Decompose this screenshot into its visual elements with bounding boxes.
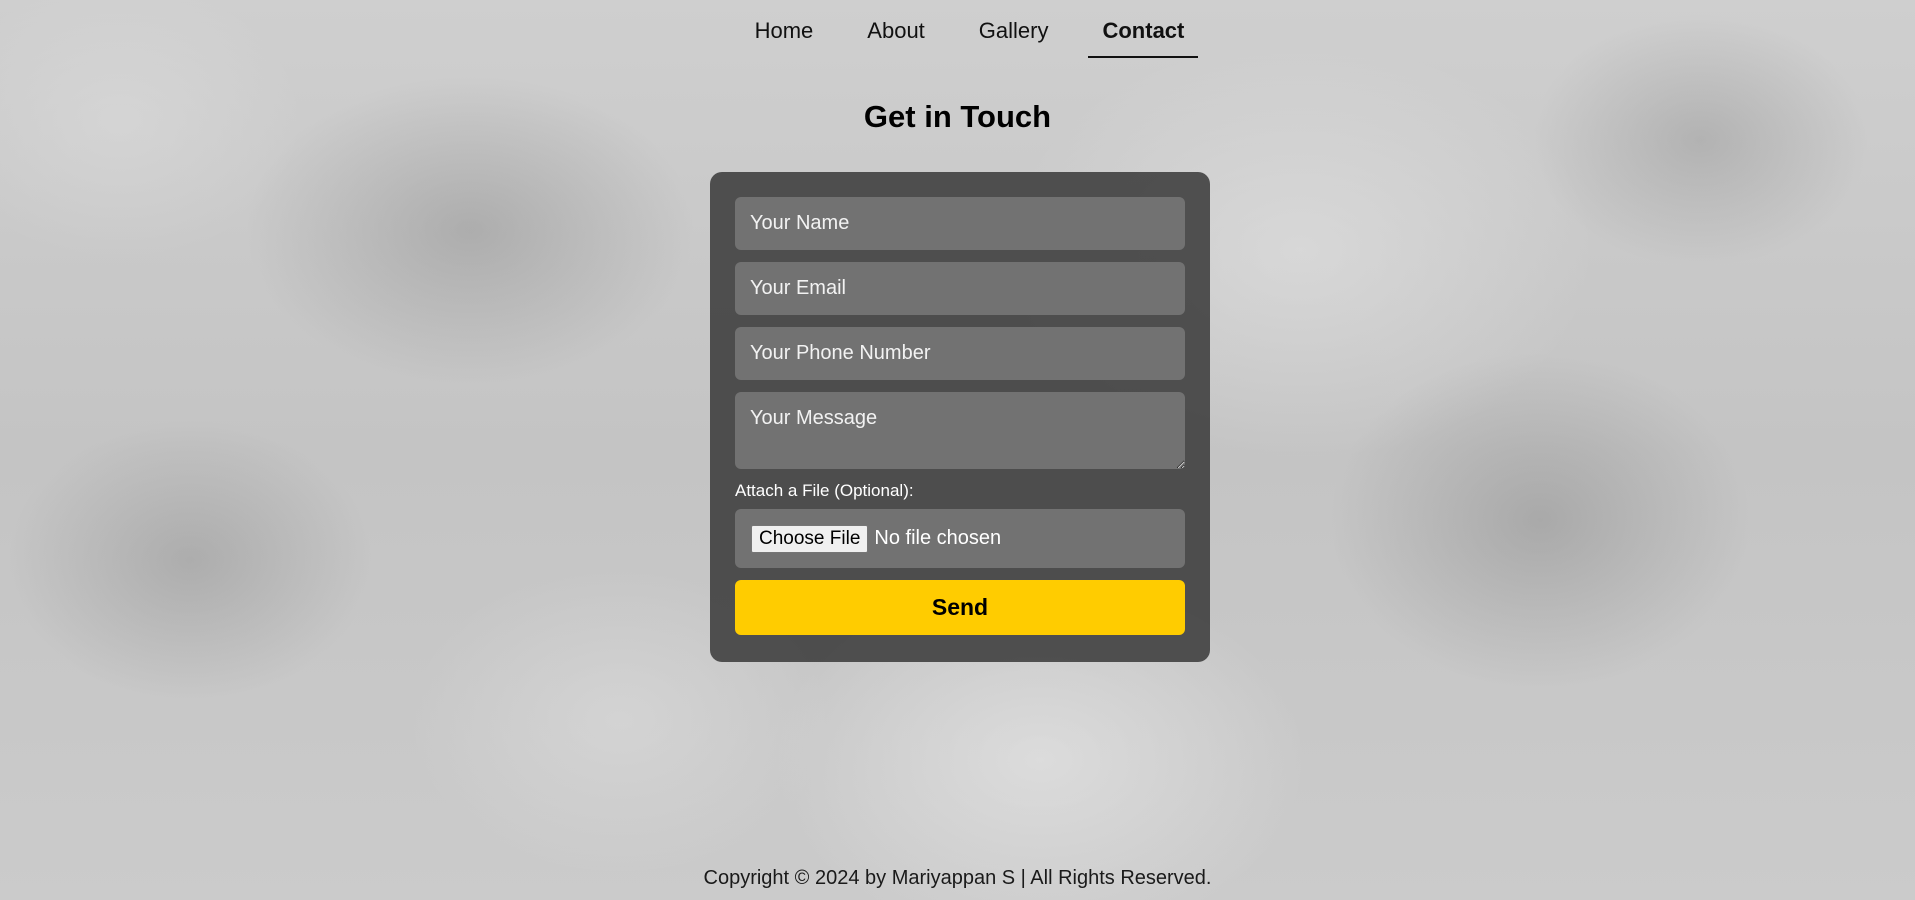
name-input[interactable] [735,197,1185,250]
nav-item-about[interactable]: About [853,0,939,58]
nav-item-contact[interactable]: Contact [1088,0,1199,58]
page-title: Get in Touch [863,99,1052,134]
file-label: Attach a File (Optional): [735,481,914,500]
footer-copyright: Copyright © 2024 by Mariyappan S | All R… [703,867,1212,889]
contact-form: Attach a File (Optional): Choose File No… [710,172,1210,662]
nav-item-home[interactable]: Home [741,0,828,58]
phone-input[interactable] [735,327,1185,380]
message-textarea[interactable] [735,392,1185,469]
file-status-text: No file chosen [874,527,1002,549]
nav-links: Home About Gallery Contact [728,0,1212,58]
main-nav: Home About Gallery Contact [0,0,1915,58]
nav-item-gallery[interactable]: Gallery [965,0,1063,58]
email-input[interactable] [735,262,1185,315]
choose-file-button[interactable]: Choose File [751,524,869,553]
file-input[interactable]: Choose File No file chosen [735,509,1185,568]
send-button[interactable]: Send [735,580,1185,635]
